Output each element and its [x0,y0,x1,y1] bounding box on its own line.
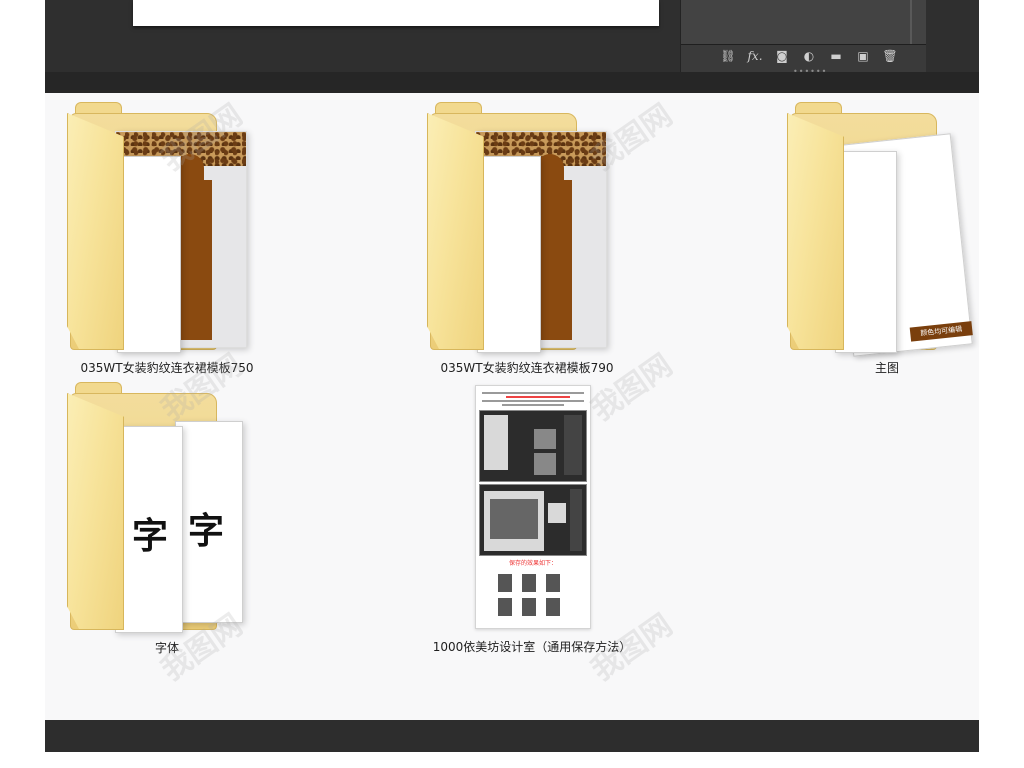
file-item-folder[interactable]: 035WT女装豹纹连衣裙模板750 [67,101,254,375]
document-canvas [133,0,659,26]
image-thumbnail: 保存的效果如下： [475,385,591,629]
font-glyph: 字 [132,515,169,557]
fx-icon[interactable]: fx. [747,49,763,63]
adjustment-icon[interactable]: ◐ [801,49,817,63]
file-name: 主图 [874,361,899,375]
file-name: 035WT女装豹纹连衣裙模板790 [440,361,614,375]
font-glyph: 字 [188,510,225,552]
file-explorer: 035WT女装豹纹连衣裙模板750 035WT女装豹纹连衣裙模板790 颜色均可… [45,93,979,720]
folder-icon[interactable]: ▬ [828,49,844,63]
file-name: 035WT女装豹纹连衣裙模板750 [80,361,254,375]
bottom-bar [45,720,979,752]
mask-icon[interactable]: ◙ [774,49,790,63]
link-icon[interactable]: ⛓ [720,49,736,63]
font-file-sheet: 字 [175,421,243,623]
file-item-folder[interactable]: 035WT女装豹纹连衣裙模板790 [427,101,614,375]
folder-front [67,393,124,630]
folder-front [427,113,484,350]
caption-text: 保存的效果如下： [508,560,557,567]
trash-icon[interactable]: 🗑 [882,49,898,63]
folder-front [67,113,124,350]
file-item-folder[interactable]: 字 字 字体 [67,381,247,655]
file-item-image[interactable]: 保存的效果如下： 1000依美坊设计室（通用保存方法） [427,381,631,654]
font-file-sheet: 字 [115,426,183,633]
file-item-folder[interactable]: 颜色均可编辑 主图 [787,101,973,375]
workspace-strip [45,72,979,93]
folder-front [787,113,844,350]
photoshop-workspace: ⛓ fx. ◙ ◐ ▬ ▣ 🗑 •••••• [45,0,979,93]
file-name: 字体 [154,641,179,655]
brand-strip: 颜色均可编辑 [909,321,973,342]
paper-sheet [117,156,181,353]
file-name: 1000依美坊设计室（通用保存方法） [432,640,632,654]
paper-sheet [477,156,541,353]
layers-scrollbar[interactable] [910,0,912,44]
layers-panel: ⛓ fx. ◙ ◐ ▬ ▣ 🗑 •••••• [680,0,926,76]
new-layer-icon[interactable]: ▣ [855,49,871,63]
layers-toolbar: ⛓ fx. ◙ ◐ ▬ ▣ 🗑 [681,46,926,66]
layers-list [681,0,926,45]
paper-sheet [835,151,897,353]
